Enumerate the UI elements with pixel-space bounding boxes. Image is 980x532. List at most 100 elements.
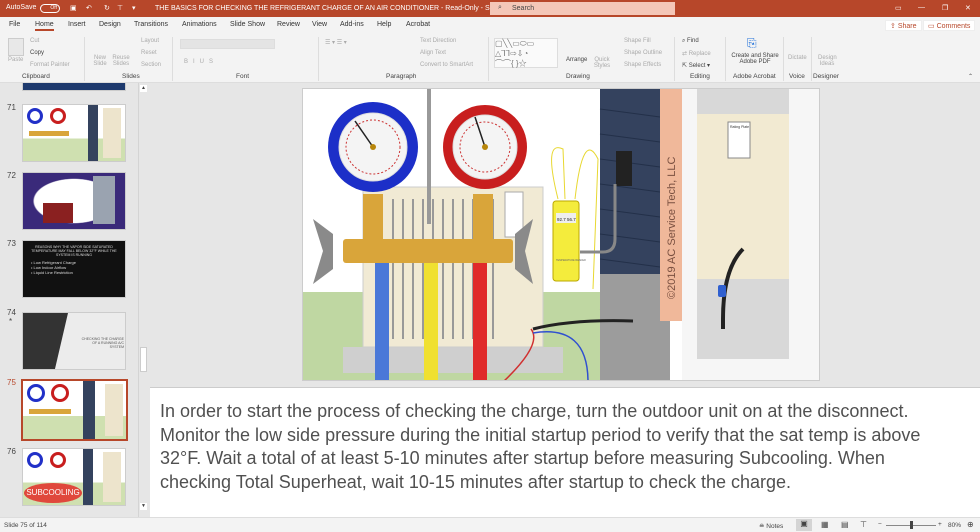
thumbnail-bullet: • Liquid Line Restriction bbox=[31, 270, 73, 275]
slideshow-icon[interactable]: ⊤ bbox=[860, 520, 867, 529]
share-label: Share bbox=[897, 23, 917, 30]
slide-thumbnail-70[interactable] bbox=[22, 83, 126, 91]
search-input[interactable]: ⌕ Search bbox=[490, 2, 675, 15]
find-button[interactable]: ⌕ Find bbox=[682, 38, 699, 45]
tab-slide-show[interactable]: Slide Show bbox=[230, 21, 265, 28]
slide-thumbnail-74[interactable]: CHECKING THE CHARGE OF A RUNNING A/C SYS… bbox=[22, 312, 126, 370]
zoom-out-icon[interactable]: − bbox=[878, 521, 882, 528]
red-hose bbox=[473, 263, 487, 380]
tab-animations[interactable]: Animations bbox=[182, 21, 217, 28]
bullets-icon[interactable]: ☰ ▾ ☰ ▾ bbox=[325, 39, 347, 46]
format-painter-button[interactable]: Format Painter bbox=[30, 62, 70, 68]
tab-review[interactable]: Review bbox=[277, 21, 300, 28]
scroll-down-icon[interactable]: ▼ bbox=[140, 503, 147, 510]
shape-effects-button[interactable]: Shape Effects bbox=[624, 62, 661, 68]
manifold-shape bbox=[29, 409, 71, 414]
share-icon: ⇪ bbox=[890, 23, 898, 30]
convert-smartart-button[interactable]: Convert to SmartArt bbox=[420, 62, 473, 68]
tab-home[interactable]: Home bbox=[35, 21, 54, 31]
replace-button[interactable]: ⇄ Replace bbox=[682, 50, 711, 57]
gauge-icon bbox=[51, 384, 69, 402]
new-slide-button[interactable]: New Slide bbox=[90, 55, 110, 67]
manifold-shape bbox=[29, 131, 69, 136]
slide-canvas[interactable]: ©2019 AC Service Tech, LLC Rating Plate … bbox=[302, 88, 820, 381]
center-hose-rod bbox=[427, 89, 431, 224]
tab-view[interactable]: View bbox=[312, 21, 327, 28]
align-text-button[interactable]: Align Text bbox=[420, 50, 446, 56]
cut-button[interactable]: Cut bbox=[30, 38, 39, 44]
shape-outline-button[interactable]: Shape Outline bbox=[624, 50, 662, 56]
scroll-up-icon[interactable]: ▲ bbox=[140, 85, 147, 92]
design-ideas-button[interactable]: Design Ideas bbox=[818, 55, 837, 67]
slides-group-label: Slides bbox=[122, 73, 140, 80]
wire-nut bbox=[718, 285, 726, 297]
divider bbox=[488, 37, 489, 81]
slide-thumbnail-73[interactable]: REASONS WHY THE VAPOR SIDE SATURATED TEM… bbox=[22, 240, 126, 298]
create-share-pdf-button[interactable]: Create and Share Adobe PDF bbox=[729, 53, 781, 65]
customize-icon[interactable]: ▾ bbox=[132, 4, 136, 12]
zoom-level[interactable]: 80% bbox=[948, 522, 961, 529]
paragraph-group-label: Paragraph bbox=[386, 73, 417, 80]
shapes-gallery[interactable]: ▢╲╲▭⬭▭ △⅂⅂⇨⇩◔ ⌒⌒{ }☆ bbox=[494, 38, 558, 68]
quick-styles-button[interactable]: Quick Styles bbox=[593, 57, 611, 69]
slide-number: 75 bbox=[7, 378, 16, 387]
thumbnails-scrollbar[interactable]: ▲ ▼ bbox=[138, 83, 148, 517]
section-button[interactable]: Section bbox=[141, 62, 161, 68]
slide-thumbnail-76[interactable]: SUBCOOLING bbox=[22, 448, 126, 506]
tab-design[interactable]: Design bbox=[99, 21, 121, 28]
tab-file[interactable]: File bbox=[9, 21, 20, 28]
share-button[interactable]: ⇪ Share bbox=[885, 20, 922, 31]
status-bar: Slide 75 of 114 ≘ Notes ▣ ▦ ▤ ⊤ − + 80% … bbox=[0, 517, 980, 532]
paste-button[interactable]: Paste bbox=[8, 57, 23, 63]
present-icon[interactable]: ⊤ bbox=[117, 4, 123, 12]
tab-insert[interactable]: Insert bbox=[68, 21, 86, 28]
slide-thumbnail-75-selected[interactable] bbox=[21, 379, 128, 441]
scrollbar-thumb[interactable] bbox=[140, 347, 147, 372]
tab-help[interactable]: Help bbox=[377, 21, 391, 28]
tab-acrobat[interactable]: Acrobat bbox=[406, 21, 430, 28]
reading-view-icon[interactable]: ▤ bbox=[841, 520, 849, 529]
zoom-slider-thumb[interactable] bbox=[910, 521, 913, 529]
divider bbox=[172, 37, 173, 81]
font-family-select[interactable] bbox=[180, 39, 275, 49]
restore-icon[interactable]: ❐ bbox=[942, 4, 948, 12]
autosave-toggle[interactable]: Off bbox=[40, 4, 60, 13]
collapse-ribbon-icon[interactable]: ⌃ bbox=[968, 73, 973, 80]
zoom-in-icon[interactable]: + bbox=[938, 521, 942, 528]
tab-add-ins[interactable]: Add-ins bbox=[340, 21, 364, 28]
normal-view-icon[interactable]: ▣ bbox=[796, 519, 812, 531]
text-direction-button[interactable]: Text Direction bbox=[420, 38, 456, 44]
layout-button[interactable]: Layout bbox=[141, 38, 159, 44]
arrange-button[interactable]: Arrange bbox=[566, 57, 587, 63]
select-button[interactable]: ⇱ Select ▾ bbox=[682, 62, 710, 69]
slide-thumbnail-71[interactable] bbox=[22, 104, 126, 162]
tab-transitions[interactable]: Transitions bbox=[134, 21, 168, 28]
speaker-notes-text[interactable]: In order to start the process of checkin… bbox=[160, 400, 960, 494]
document-title: THE BASICS FOR CHECKING THE REFRIGERANT … bbox=[155, 5, 543, 12]
notes-button[interactable]: ≘ Notes bbox=[759, 522, 783, 530]
redo-icon[interactable]: ↻ bbox=[104, 4, 110, 12]
siding-shape bbox=[88, 105, 98, 161]
fit-slide-icon[interactable]: ⊕ bbox=[967, 520, 974, 529]
pdf-icon: ⎘ bbox=[747, 36, 757, 50]
notes-label: Notes bbox=[766, 523, 784, 530]
reset-button[interactable]: Reset bbox=[141, 50, 157, 56]
copy-button[interactable]: Copy bbox=[30, 50, 44, 56]
save-icon[interactable]: ▣ bbox=[70, 4, 77, 12]
comments-button[interactable]: ▭ Comments bbox=[923, 20, 976, 31]
speaker-notes-pane[interactable]: In order to start the process of checkin… bbox=[150, 387, 980, 517]
slide-thumbnail-72[interactable] bbox=[22, 172, 126, 230]
thumbnail-title: CHECKING THE CHARGE OF A RUNNING A/C SYS… bbox=[81, 337, 124, 349]
slide-sorter-icon[interactable]: ▦ bbox=[821, 520, 829, 529]
shape-fill-button[interactable]: Shape Fill bbox=[624, 38, 651, 44]
air-handler-shape bbox=[93, 176, 115, 224]
minimize-icon[interactable]: — bbox=[918, 4, 925, 11]
undo-icon[interactable]: ↶ bbox=[86, 4, 92, 12]
paste-icon[interactable] bbox=[8, 38, 24, 56]
ribbon-display-icon[interactable]: ▭ bbox=[895, 4, 902, 12]
close-icon[interactable]: ✕ bbox=[965, 4, 971, 12]
editing-group-label: Editing bbox=[690, 73, 710, 80]
reuse-slides-button[interactable]: Reuse Slides bbox=[111, 55, 131, 67]
font-format-buttons[interactable]: BIUS bbox=[184, 59, 218, 65]
dictate-button[interactable]: Dictate bbox=[788, 55, 807, 61]
